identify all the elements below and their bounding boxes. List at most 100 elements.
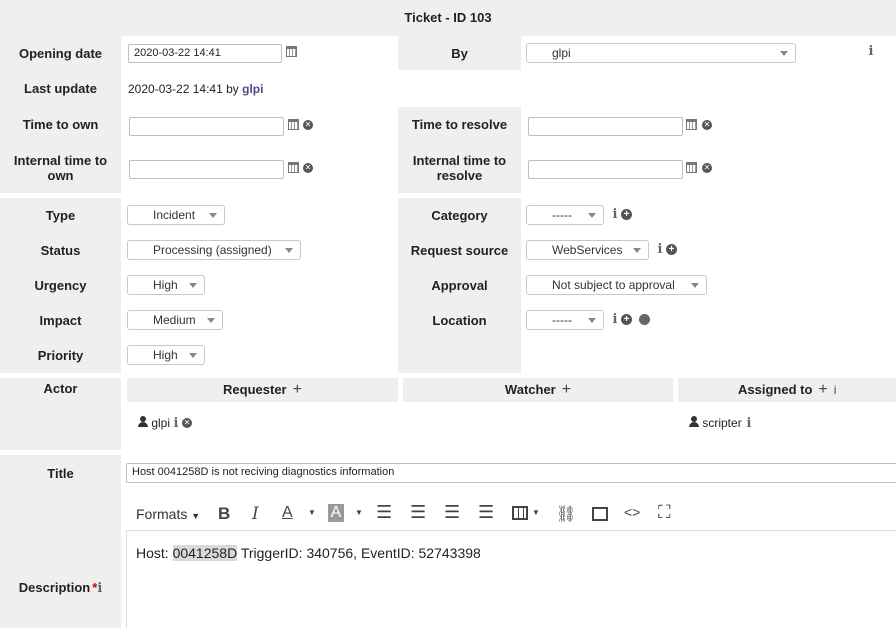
last-update-label: Last update bbox=[24, 81, 97, 96]
urgency-value: High bbox=[153, 278, 178, 292]
calendar-icon[interactable] bbox=[686, 162, 697, 173]
last-update-text: 2020-03-22 14:41 by bbox=[128, 82, 239, 96]
image-icon[interactable] bbox=[592, 507, 608, 521]
impact-label: Impact bbox=[39, 313, 82, 328]
clear-icon[interactable]: ✕ bbox=[702, 163, 712, 173]
calendar-icon[interactable] bbox=[686, 119, 697, 130]
add-watcher-icon[interactable]: + bbox=[562, 381, 571, 398]
chevron-down-icon bbox=[780, 51, 788, 56]
type-label: Type bbox=[45, 208, 76, 223]
formats-dropdown[interactable]: Formats ▼ bbox=[136, 506, 200, 522]
internal-time-to-resolve-label: Internal time to resolve bbox=[412, 153, 507, 183]
text-color-icon[interactable]: A bbox=[282, 504, 293, 522]
request-source-select[interactable]: WebServices bbox=[526, 240, 649, 260]
info-icon[interactable]: i bbox=[746, 416, 752, 431]
status-label: Status bbox=[40, 243, 81, 258]
info-icon[interactable]: i bbox=[657, 242, 663, 257]
add-icon[interactable]: + bbox=[621, 209, 632, 220]
requester-name[interactable]: glpi bbox=[151, 416, 170, 430]
bullet-list-icon[interactable]: ☰ bbox=[376, 502, 392, 523]
numbered-list-icon[interactable]: ☰ bbox=[410, 502, 426, 523]
chevron-down-icon bbox=[588, 318, 596, 323]
chevron-down-icon bbox=[209, 213, 217, 218]
calendar-icon[interactable] bbox=[286, 46, 297, 57]
chevron-down-icon bbox=[189, 283, 197, 288]
info-icon[interactable]: i bbox=[612, 312, 618, 327]
clear-icon[interactable]: ✕ bbox=[303, 163, 313, 173]
code-icon[interactable]: <> bbox=[624, 504, 640, 520]
chevron-down-icon[interactable]: ▼ bbox=[355, 508, 363, 517]
location-select[interactable]: ----- bbox=[526, 310, 604, 330]
priority-select[interactable]: High bbox=[127, 345, 205, 365]
requester-title: Requester bbox=[223, 382, 287, 397]
by-select[interactable]: glpi bbox=[526, 43, 796, 63]
chevron-down-icon bbox=[189, 353, 197, 358]
calendar-icon[interactable] bbox=[288, 119, 299, 130]
clear-icon[interactable]: ✕ bbox=[702, 120, 712, 130]
content-prefix: Host: bbox=[136, 545, 173, 561]
category-select[interactable]: ----- bbox=[526, 205, 604, 225]
add-icon[interactable]: + bbox=[666, 244, 677, 255]
by-label: By bbox=[451, 46, 468, 61]
bold-icon[interactable]: B bbox=[218, 504, 230, 524]
description-label-text: Description bbox=[18, 580, 91, 595]
title-input[interactable]: Host 0041258D is not reciving diagnostic… bbox=[126, 463, 896, 483]
requester-user: glpi bbox=[138, 416, 170, 430]
remove-requester-icon[interactable]: ✕ bbox=[182, 418, 192, 428]
add-requester-icon[interactable]: + bbox=[293, 381, 302, 398]
add-assigned-icon[interactable]: + bbox=[818, 381, 827, 398]
background-color-icon[interactable]: A bbox=[328, 504, 344, 522]
impact-select[interactable]: Medium bbox=[127, 310, 223, 330]
globe-icon[interactable] bbox=[639, 314, 650, 325]
info-icon[interactable]: i bbox=[97, 581, 102, 596]
urgency-select[interactable]: High bbox=[127, 275, 205, 295]
info-icon[interactable]: i bbox=[173, 416, 179, 431]
description-content: Host: 0041258D TriggerID: 340756, EventI… bbox=[136, 545, 481, 561]
table-icon[interactable] bbox=[512, 506, 528, 520]
watcher-title: Watcher bbox=[504, 382, 556, 397]
last-update-user-link[interactable]: glpi bbox=[242, 82, 263, 96]
status-value: Processing (assigned) bbox=[153, 243, 272, 257]
highlighted-host: 0041258D bbox=[172, 545, 238, 561]
info-icon[interactable]: i bbox=[612, 207, 618, 222]
urgency-label: Urgency bbox=[34, 278, 87, 293]
italic-icon[interactable]: I bbox=[252, 504, 259, 524]
requester-header: Requester + bbox=[127, 378, 398, 402]
time-to-own-label: Time to own bbox=[22, 117, 99, 132]
description-label: Description *i bbox=[0, 580, 121, 596]
approval-label: Approval bbox=[431, 278, 488, 293]
calendar-icon[interactable] bbox=[288, 162, 299, 173]
ticket-header: Ticket - ID 103 bbox=[0, 0, 896, 36]
assigned-user: scripter bbox=[689, 416, 742, 430]
internal-time-to-resolve-input[interactable] bbox=[528, 160, 683, 179]
approval-value: Not subject to approval bbox=[552, 278, 675, 292]
info-icon[interactable]: i bbox=[868, 44, 874, 59]
clear-icon[interactable]: ✕ bbox=[303, 120, 313, 130]
fullscreen-icon[interactable]: ⛶ bbox=[658, 502, 671, 523]
link-icon[interactable]: ⛓ bbox=[556, 504, 576, 524]
request-source-value: WebServices bbox=[552, 243, 623, 257]
request-source-label: Request source bbox=[410, 243, 509, 258]
actor-label: Actor bbox=[43, 381, 78, 396]
opening-date-label: Opening date bbox=[18, 46, 103, 61]
title-label: Title bbox=[47, 466, 74, 481]
assigned-title: Assigned to bbox=[738, 382, 813, 397]
assigned-name[interactable]: scripter bbox=[702, 416, 741, 430]
status-select[interactable]: Processing (assigned) bbox=[127, 240, 301, 260]
internal-time-to-own-input[interactable] bbox=[129, 160, 284, 179]
indent-icon[interactable]: ☰ bbox=[478, 502, 494, 523]
by-select-value: glpi bbox=[552, 46, 571, 60]
priority-label: Priority bbox=[37, 348, 84, 363]
info-icon[interactable]: i bbox=[834, 383, 837, 397]
chevron-down-icon[interactable]: ▼ bbox=[308, 508, 316, 517]
type-select[interactable]: Incident bbox=[127, 205, 225, 225]
chevron-down-icon[interactable]: ▼ bbox=[532, 508, 540, 517]
opening-date-input[interactable]: 2020-03-22 14:41 bbox=[128, 44, 282, 63]
time-to-own-input[interactable] bbox=[129, 117, 284, 136]
time-to-resolve-input[interactable] bbox=[528, 117, 683, 136]
outdent-icon[interactable]: ☰ bbox=[444, 502, 460, 523]
watcher-header: Watcher + bbox=[403, 378, 673, 402]
add-icon[interactable]: + bbox=[621, 314, 632, 325]
type-value: Incident bbox=[153, 208, 196, 222]
approval-select[interactable]: Not subject to approval bbox=[526, 275, 707, 295]
